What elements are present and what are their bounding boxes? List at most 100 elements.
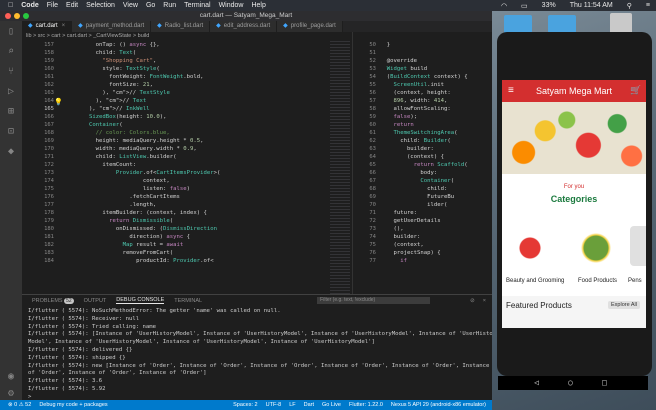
extensions-icon[interactable]: ⊞ <box>0 101 22 121</box>
code-line[interactable] <box>380 49 468 57</box>
code-line[interactable]: return Scaffold( <box>380 161 468 169</box>
wifi-icon[interactable]: ◠ <box>501 2 507 10</box>
code-line[interactable]: (BuildContext context) { <box>380 73 468 81</box>
flutter-icon[interactable]: ◆ <box>0 141 22 161</box>
recents-icon[interactable]: □ <box>602 378 607 387</box>
code-line[interactable]: return Dismissible( <box>62 217 220 225</box>
code-line[interactable]: return <box>380 121 468 129</box>
eol-status[interactable]: LF <box>289 402 295 408</box>
code-line[interactable]: direction) async { <box>62 233 220 241</box>
category-image-food[interactable] <box>576 226 616 266</box>
source-control-icon[interactable]: ⑂ <box>0 61 22 81</box>
menu-window[interactable]: Window <box>219 2 244 9</box>
run-debug-icon[interactable]: ▷ <box>0 81 22 101</box>
code-line[interactable]: future: <box>380 209 468 217</box>
code-line[interactable]: builder: <box>380 145 468 153</box>
battery-icon[interactable]: ▭ <box>521 2 528 10</box>
code-line[interactable]: child: <box>380 185 468 193</box>
problems-status[interactable]: ⊗ 0 ⚠ 52 <box>8 402 31 408</box>
menu-terminal[interactable]: Terminal <box>184 2 210 9</box>
code-line[interactable]: projectSnap) { <box>380 249 468 257</box>
code-line[interactable]: } <box>380 41 468 49</box>
debug-config-status[interactable]: Debug my code + packages <box>39 402 107 408</box>
code-line[interactable]: Container( <box>380 177 468 185</box>
indent-status[interactable]: Spaces: 2 <box>233 402 257 408</box>
explore-all-button[interactable]: Explore All <box>608 301 640 309</box>
code-line[interactable]: listen: false) <box>62 185 220 193</box>
code-area[interactable]: onTap: () async {}, child: Text( "Shoppi… <box>62 41 220 265</box>
remote-icon[interactable]: ⊡ <box>0 121 22 141</box>
code-line[interactable]: FutureBu <box>380 193 468 201</box>
tab-profile-page[interactable]: ◆ profile_page.dart <box>277 21 343 32</box>
menu-help[interactable]: Help <box>251 2 265 9</box>
code-line[interactable]: allowFontScaling: <box>380 105 468 113</box>
close-window-button[interactable] <box>5 13 11 19</box>
tab-problems[interactable]: PROBLEMS 52 <box>32 297 74 304</box>
code-line[interactable]: ThemeSwitchingArea( <box>380 129 468 137</box>
debug-console-output[interactable]: I/flutter ( 5574): NoSuchMethodError: Th… <box>28 308 492 400</box>
zoom-window-button[interactable] <box>23 13 29 19</box>
code-line[interactable]: ), "cm">// Text <box>62 97 220 105</box>
minimize-window-button[interactable] <box>14 13 20 19</box>
code-line[interactable]: .length, <box>62 201 220 209</box>
code-line[interactable]: Widget build <box>380 65 468 73</box>
tab-terminal[interactable]: TERMINAL <box>174 298 202 304</box>
tab-debug-console[interactable]: DEBUG CONSOLE <box>116 297 165 304</box>
code-line[interactable]: Map result = await <box>62 241 220 249</box>
device-status[interactable]: Nexus 5 API 29 (android-x86 emulator) <box>391 402 486 408</box>
tab-radio-list[interactable]: ◆ Radio_list.dart <box>151 21 211 32</box>
breadcrumb[interactable]: lib > src > cart > cart.dart > _CartView… <box>22 32 316 41</box>
language-status[interactable]: Dart <box>304 402 314 408</box>
console-filter-input[interactable]: Filter (e.g. text, !exclude) <box>317 297 431 304</box>
go-live-button[interactable]: Go Live <box>322 402 341 408</box>
tab-payment-method[interactable]: ◆ payment_method.dart <box>72 21 152 32</box>
emulator-screen[interactable]: ≡ Satyam Mega Mart 🛒 For you Categories … <box>502 80 646 328</box>
menu-edit[interactable]: Edit <box>66 2 78 9</box>
code-line[interactable]: removeFromCart( <box>62 249 220 257</box>
menu-icon[interactable]: ≡ <box>508 85 514 96</box>
menu-app-name[interactable]: Code <box>21 2 39 9</box>
code-line[interactable]: ilder( <box>380 201 468 209</box>
code-line[interactable]: style: TextStyle( <box>62 65 220 73</box>
code-line[interactable]: child: Text( <box>62 49 220 57</box>
code-line[interactable]: productId: Provider.of< <box>62 257 220 265</box>
code-line[interactable]: Container( <box>62 121 220 129</box>
code-line[interactable]: height: mediaQuery.height * 0.5, <box>62 137 220 145</box>
close-tab-icon[interactable]: × <box>62 23 66 29</box>
code-line[interactable]: .fetchCartItems <box>62 193 220 201</box>
code-line[interactable]: ), "cm">// InkWell <box>62 105 220 113</box>
code-line[interactable]: (context, height: <box>380 89 468 97</box>
clock[interactable]: Thu 11:54 AM <box>570 2 613 9</box>
apple-icon[interactable]:  <box>8 2 13 9</box>
folder-icon[interactable] <box>504 15 532 33</box>
code-line[interactable]: @override <box>380 57 468 65</box>
code-line[interactable]: if <box>380 257 468 265</box>
explorer-icon[interactable]: ▯ <box>0 21 22 41</box>
code-line[interactable]: builder: <box>380 233 468 241</box>
code-line[interactable]: width: mediaQuery.width * 0.9, <box>62 145 220 153</box>
back-icon[interactable]: ◁ <box>534 378 539 387</box>
category-image-pens[interactable] <box>630 226 646 266</box>
code-area[interactable]: } @override Widget build (BuildContext c… <box>380 41 468 265</box>
code-line[interactable]: ), "cm">// TextStyle <box>62 89 220 97</box>
folder-icon[interactable] <box>548 15 576 33</box>
home-icon[interactable]: ○ <box>568 378 573 387</box>
code-line[interactable]: // color: Colors.blue, <box>62 129 220 137</box>
menu-go[interactable]: Go <box>146 2 155 9</box>
code-line[interactable]: onDismissed: (DismissDirection <box>62 225 220 233</box>
category-label-pens[interactable]: Pens <box>628 278 642 284</box>
category-label-food[interactable]: Food Products <box>578 278 617 284</box>
close-panel-icon[interactable]: × <box>483 298 486 304</box>
clear-console-icon[interactable]: ⊘ <box>470 298 475 304</box>
banner-image[interactable] <box>502 102 646 174</box>
code-line[interactable]: getUserDetails <box>380 217 468 225</box>
editor-right[interactable]: 50 51 52 53 54 55 56 57 58 59 60 61 62 63 64 65 66 67 68 69… <box>356 41 492 294</box>
tab-output[interactable]: OUTPUT <box>84 298 107 304</box>
code-line[interactable]: fontWeight: FontWeight.bold, <box>62 73 220 81</box>
search-icon[interactable]: ⌕ <box>0 41 22 61</box>
code-line[interactable]: child: ListView.builder( <box>62 153 220 161</box>
code-line[interactable]: (context, <box>380 241 468 249</box>
menu-selection[interactable]: Selection <box>86 2 115 9</box>
tab-edit-address[interactable]: ◆ edit_address.dart <box>210 21 278 32</box>
encoding-status[interactable]: UTF-8 <box>266 402 282 408</box>
